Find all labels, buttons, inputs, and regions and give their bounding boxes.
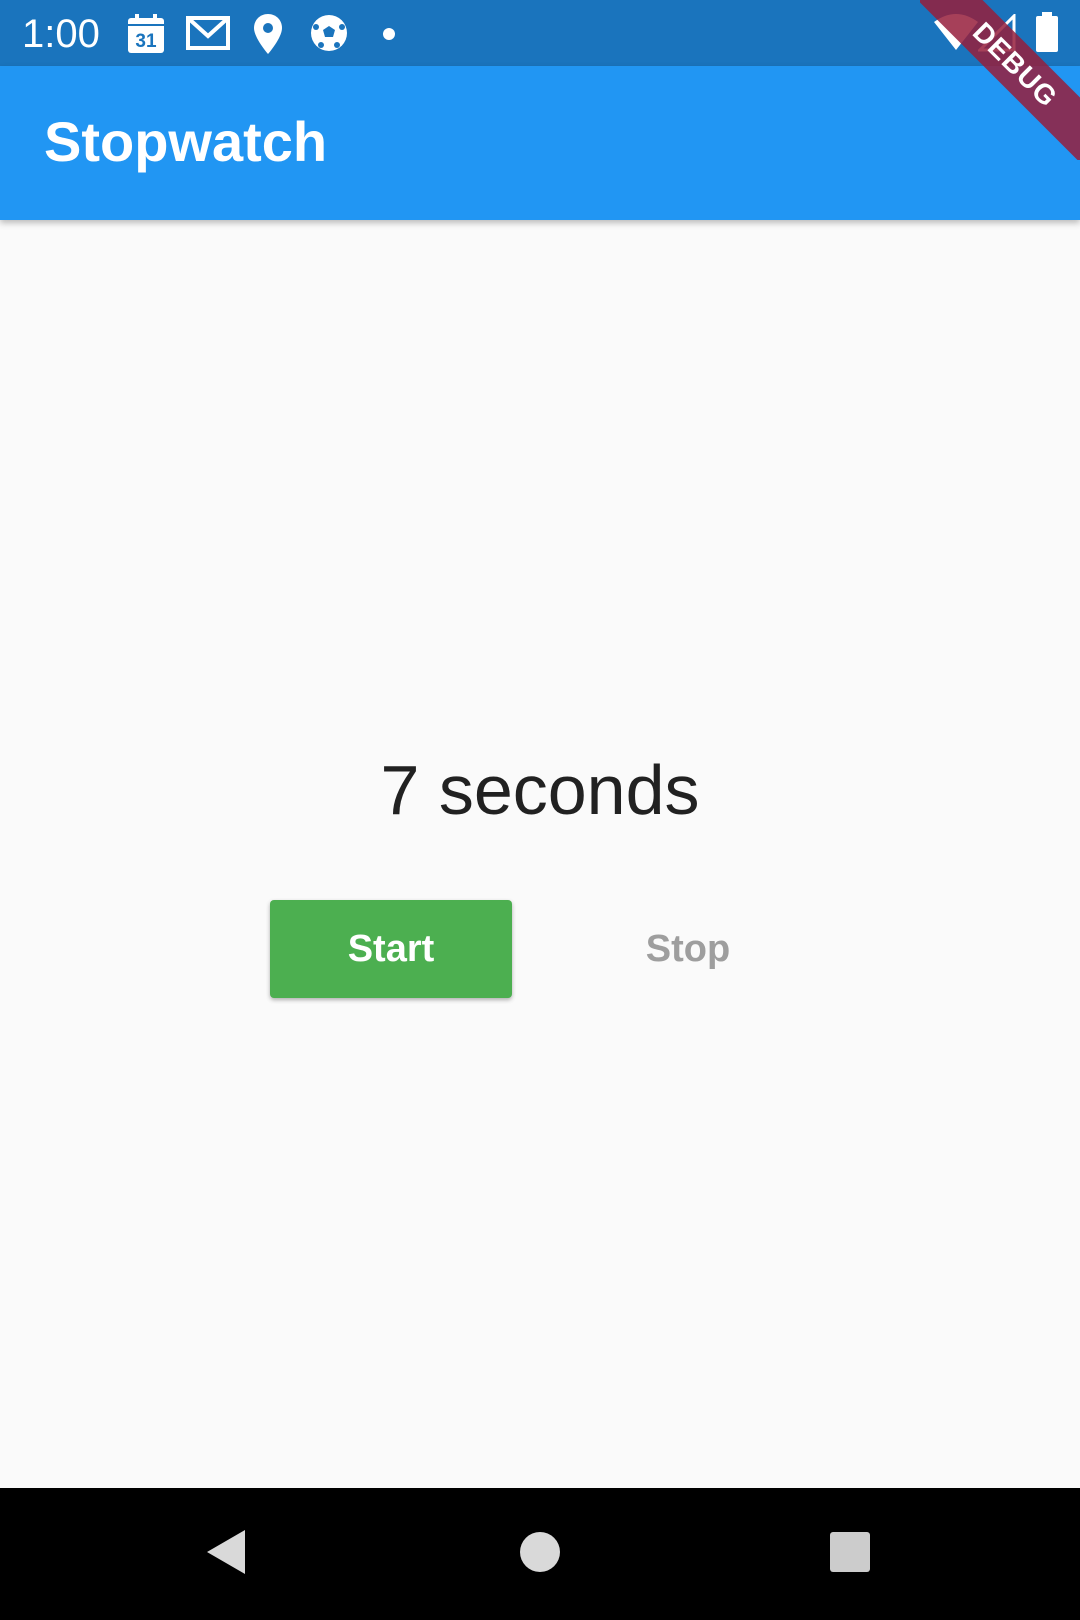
calendar-day: 31 [135,31,157,52]
gmail-icon [186,16,230,55]
elapsed-time-text: 7 seconds [380,751,700,829]
page-title: Stopwatch [44,110,328,173]
stop-button[interactable]: Stop [620,900,756,998]
status-bar: 1:00 31 [0,0,1080,66]
soccer-ball-icon [310,14,348,57]
location-pin-icon [254,14,282,59]
back-icon [205,1529,247,1580]
recents-button[interactable] [780,1488,920,1620]
wifi-icon [934,14,978,55]
status-time: 1:00 [22,12,100,56]
notification-dot-icon [383,27,395,45]
home-button[interactable] [470,1488,610,1620]
app-bar: Stopwatch [0,66,1080,220]
start-button[interactable]: Start [270,900,512,998]
calendar-icon: 31 [127,14,165,59]
back-button[interactable] [156,1488,296,1620]
recents-icon [829,1531,871,1578]
home-icon [519,1531,561,1578]
navigation-bar [0,1488,1080,1620]
battery-icon [1036,12,1058,57]
cell-signal-icon [976,12,1016,57]
